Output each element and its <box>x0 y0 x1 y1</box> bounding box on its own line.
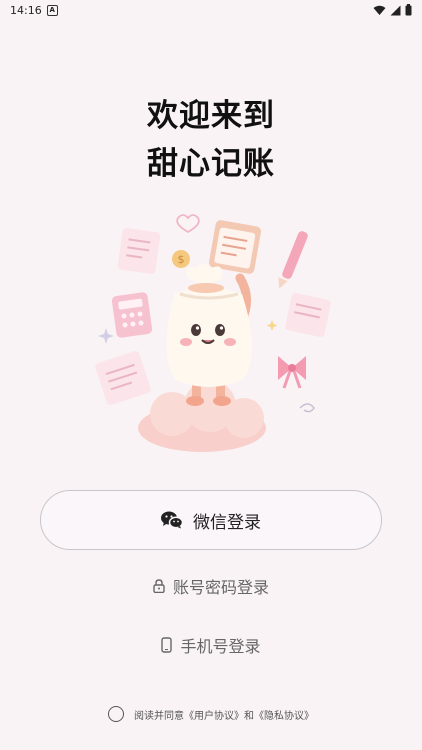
cloud-icon <box>138 380 266 452</box>
status-bar: 14:16 A <box>0 0 422 20</box>
phone-login-label: 手机号登录 <box>180 637 261 656</box>
coin-icon: $ <box>172 250 190 268</box>
paper-icon <box>117 228 161 274</box>
wechat-login-label: 微信登录 <box>193 512 261 533</box>
mascot-illustration: $ <box>95 214 331 452</box>
wechat-login-button[interactable]: 微信登录 <box>40 490 382 550</box>
phone-login-link[interactable]: 手机号登录 <box>0 634 422 656</box>
status-left: 14:16 A <box>10 4 58 17</box>
notification-badge-icon: A <box>46 4 58 16</box>
calculator-icon <box>111 292 153 338</box>
signal-icon <box>390 5 401 15</box>
lock-icon <box>153 579 165 593</box>
heart-icon <box>176 214 200 234</box>
paper-icon <box>285 293 331 337</box>
status-right <box>373 4 412 16</box>
pencil-icon <box>278 231 308 289</box>
agreement-text[interactable]: 阅读并同意《用户协议》和《隐私协议》 <box>134 707 314 722</box>
agreement-checkbox[interactable] <box>108 706 124 722</box>
wechat-icon <box>161 511 183 529</box>
svg-text:$: $ <box>178 253 185 266</box>
password-login-label: 账号密码登录 <box>172 578 269 597</box>
page-title: 欢迎来到 甜心记账 <box>0 92 422 188</box>
agreement-row: 阅读并同意《用户协议》和《隐私协议》 <box>0 704 422 724</box>
bow-icon <box>278 356 306 389</box>
paper-icon <box>95 351 151 405</box>
battery-icon <box>405 4 412 16</box>
status-time: 14:16 <box>10 3 42 17</box>
title-line-2: 甜心记账 <box>147 146 275 182</box>
wifi-icon <box>373 5 386 15</box>
phone-icon <box>161 637 173 653</box>
notepad-icon <box>208 220 262 274</box>
title-line-1: 欢迎来到 <box>147 98 275 134</box>
password-login-link[interactable]: 账号密码登录 <box>0 575 422 597</box>
